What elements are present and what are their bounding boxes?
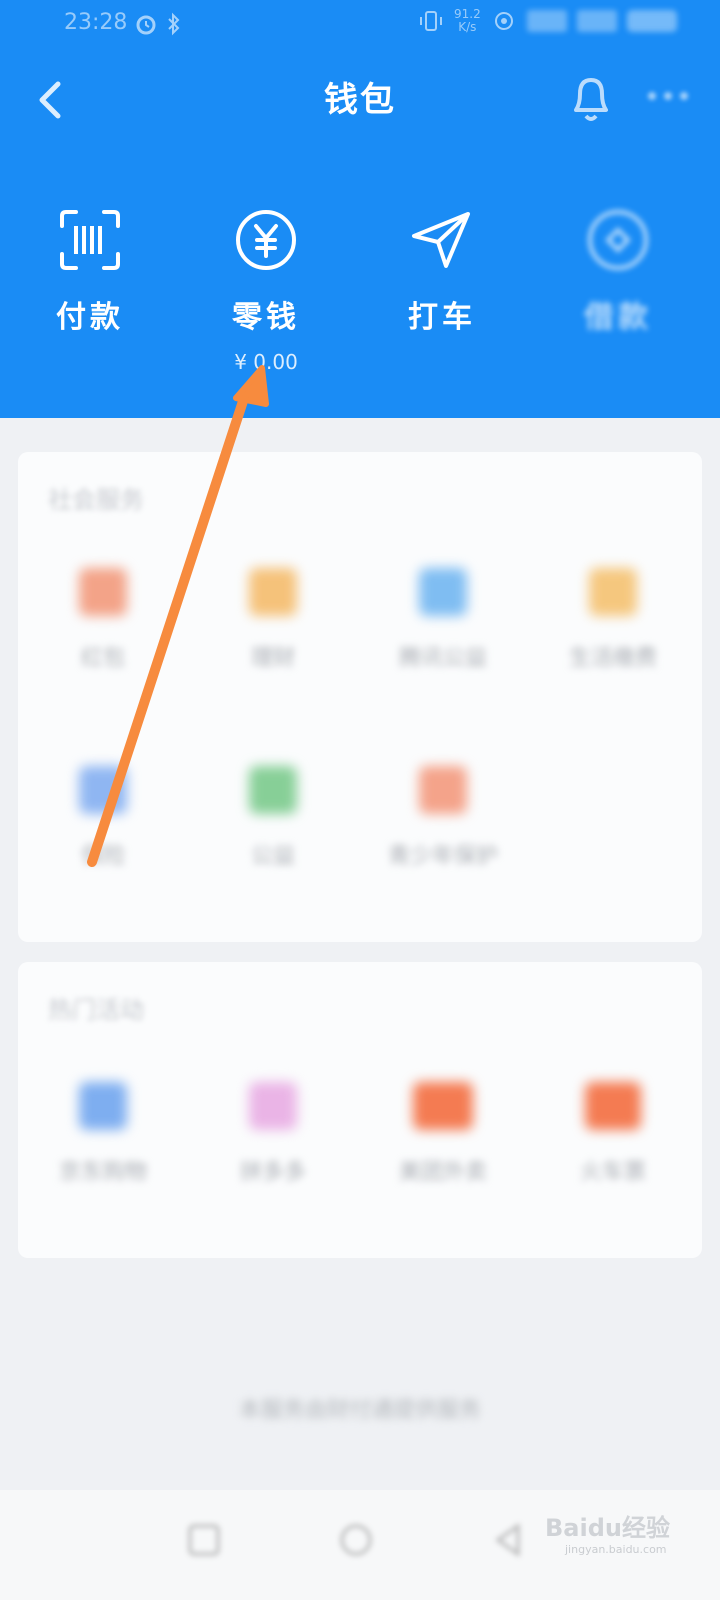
wealth-icon [249, 568, 297, 616]
paper-plane-icon [412, 212, 470, 268]
more-icon[interactable] [644, 88, 692, 104]
activities-card: 热门活动 京东购物 拼多多 美团外卖 火车票 [18, 962, 702, 1258]
service-item[interactable]: 青少年保护 [358, 766, 528, 870]
train-ticket-icon [585, 1082, 641, 1130]
action-taxi[interactable]: 打车 [372, 200, 512, 336]
charity-icon [419, 568, 467, 616]
section-title: 热门活动 [48, 996, 144, 1024]
public-welfare-icon [249, 766, 297, 814]
signal-icon-2 [576, 10, 617, 32]
yuan-circle-icon [236, 210, 296, 270]
home-icon[interactable] [336, 1520, 376, 1560]
nav-bar: 钱包 [0, 60, 720, 140]
bill-pay-icon [589, 568, 637, 616]
jd-shopping-icon [79, 1082, 127, 1130]
back-icon[interactable] [488, 1520, 528, 1560]
section-title: 社会服务 [48, 486, 144, 514]
signal-icon [526, 10, 567, 32]
youth-protection-icon [419, 766, 467, 814]
pinduoduo-icon [249, 1082, 297, 1130]
hotspot-icon [494, 12, 513, 30]
vibrate-icon [420, 11, 442, 31]
action-label: 打车 [408, 300, 476, 335]
service-item[interactable]: 理财 [188, 568, 358, 672]
bluetooth-icon [168, 12, 180, 36]
activity-item[interactable]: 京东购物 [18, 1082, 188, 1186]
action-change[interactable]: 零钱 ¥ 0.00 [196, 200, 336, 374]
alarm-icon [136, 15, 156, 35]
baidu-watermark: Baidu经验 jingyan.baidu.com [545, 1514, 670, 1556]
status-bar: 23:28 91.2 K/s [0, 0, 720, 50]
change-balance: ¥ 0.00 [234, 350, 298, 374]
service-item[interactable]: 红包 [18, 568, 188, 672]
battery-icon [626, 10, 677, 32]
action-label: 付款 [56, 300, 124, 335]
barcode-scan-icon [60, 210, 120, 270]
wallet-actions: 付款 零钱 ¥ 0.00 打车 借款 [0, 200, 720, 400]
service-item[interactable]: 公益 [188, 766, 358, 870]
bell-icon[interactable] [568, 70, 614, 124]
services-card: 社会服务 红包 理财 腾讯公益 生活缴费 保险 公益 青少年保护 [18, 452, 702, 942]
action-label: 借款 [584, 300, 652, 335]
insurance-icon [79, 766, 127, 814]
red-packet-icon [79, 568, 127, 616]
activity-item[interactable]: 美团外卖 [358, 1082, 528, 1186]
action-label: 零钱 [232, 300, 300, 335]
activity-item[interactable]: 拼多多 [188, 1082, 358, 1186]
service-item[interactable]: 生活缴费 [528, 568, 698, 672]
footer-note: 本服务由财付通提供服务 [238, 1398, 481, 1423]
activity-item[interactable]: 火车票 [528, 1082, 698, 1186]
action-pay[interactable]: 付款 [20, 200, 160, 336]
diamond-circle-icon [588, 210, 648, 270]
wallet-header: 23:28 91.2 K/s 钱包 付款 零钱 ¥ 0.00 打车 借款 [0, 0, 720, 418]
service-item[interactable]: 保险 [18, 766, 188, 870]
recent-apps-icon[interactable] [184, 1520, 224, 1560]
network-speed: 91.2 K/s [454, 7, 481, 34]
service-item[interactable]: 腾讯公益 [358, 568, 528, 672]
action-loan[interactable]: 借款 [548, 200, 688, 336]
meituan-icon [413, 1082, 473, 1130]
status-time: 23:28 [64, 10, 128, 35]
